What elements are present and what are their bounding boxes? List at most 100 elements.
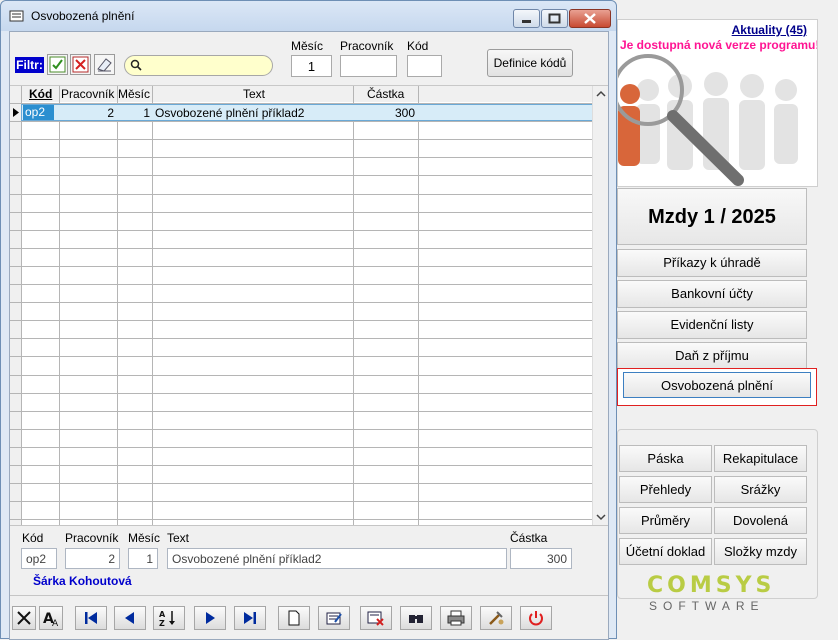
grid-row-separator	[10, 193, 592, 195]
grid-row-separator	[10, 428, 592, 430]
grid-column-separator	[418, 86, 419, 526]
grid-row-separator	[10, 302, 592, 304]
search-icon	[130, 59, 142, 71]
grid-row-separator	[10, 446, 592, 448]
cell-text[interactable]: Osvobozené plnění příklad2	[155, 106, 304, 120]
rekapitulace-button[interactable]: Rekapitulace	[714, 445, 807, 472]
slozky-mzdy-button[interactable]: Složky mzdy	[714, 538, 807, 565]
grid-column-separator	[59, 86, 60, 526]
new-record-button[interactable]	[278, 606, 310, 630]
last-record-button[interactable]	[234, 606, 266, 630]
paska-button[interactable]: Páska	[619, 445, 712, 472]
filter-label: Filtr:	[15, 57, 44, 73]
column-header-mesic[interactable]: Měsíc	[118, 87, 150, 101]
minimize-icon	[522, 20, 531, 23]
window-app-icon	[9, 10, 24, 22]
srazky-button[interactable]: Srážky	[714, 476, 807, 503]
row-indicator-column	[10, 86, 21, 526]
grid-row-separator	[10, 157, 592, 159]
grid-row-separator	[10, 374, 592, 376]
filter-clear-button[interactable]	[70, 54, 91, 75]
payment-orders-button[interactable]: Příkazy k úhradě	[617, 249, 807, 277]
grid-row-separator	[10, 356, 592, 358]
record-sheets-button[interactable]: Evidenční listy	[617, 311, 807, 339]
news-link[interactable]: Aktuality (45)	[732, 23, 807, 37]
income-tax-button[interactable]: Daň z příjmu	[617, 342, 807, 370]
grid-row-separator	[10, 265, 592, 267]
exit-button[interactable]	[520, 606, 552, 630]
grid-vertical-scrollbar[interactable]	[592, 86, 608, 526]
grid-column-separator	[21, 86, 22, 526]
minimize-button[interactable]	[513, 9, 540, 28]
detail-month-field[interactable]: 1	[128, 548, 158, 569]
search-input[interactable]	[124, 55, 273, 76]
first-record-button[interactable]	[75, 606, 107, 630]
column-header-castka[interactable]: Částka	[367, 87, 404, 101]
column-header-pracovnik[interactable]: Pracovník	[61, 87, 114, 101]
print-button[interactable]	[440, 606, 472, 630]
bottom-toolbar: AA AZ	[10, 595, 608, 639]
filter-erase-button[interactable]	[94, 54, 115, 75]
binoculars-icon	[409, 615, 423, 623]
main-window: Osvobozená plnění Filtr: Měsíc 1 Pracovn…	[0, 0, 617, 640]
grid-row-separator	[10, 247, 592, 249]
current-row-arrow-icon	[13, 108, 19, 117]
month-filter-input[interactable]: 1	[291, 55, 332, 77]
detail-worker-label: Pracovník	[65, 531, 119, 545]
next-record-button[interactable]	[194, 606, 226, 630]
ucetni-doklad-button[interactable]: Účetní doklad	[619, 538, 712, 565]
bank-accounts-button[interactable]: Bankovní účty	[617, 280, 807, 308]
edit-icon	[326, 612, 342, 625]
cell-castka[interactable]: 300	[355, 106, 415, 120]
cancel-button[interactable]	[12, 606, 36, 630]
find-button[interactable]	[400, 606, 432, 630]
maximize-button[interactable]	[541, 9, 568, 28]
detail-kod-field[interactable]: op2	[21, 548, 57, 569]
title-bar[interactable]: Osvobozená plnění	[1, 1, 616, 31]
scroll-up-arrow-icon[interactable]	[596, 90, 606, 97]
cell-pracovnik[interactable]: 2	[60, 106, 114, 120]
grid-row-separator	[10, 465, 592, 466]
prehledy-button[interactable]: Přehledy	[619, 476, 712, 503]
tools-button[interactable]	[480, 606, 512, 630]
grid-row-separator	[10, 410, 592, 412]
cell-mesic[interactable]: 1	[118, 106, 150, 120]
power-icon	[529, 611, 543, 626]
delete-record-button[interactable]	[360, 606, 392, 630]
period-display[interactable]: Mzdy 1 / 2025	[617, 188, 807, 245]
font-button[interactable]: AA	[39, 606, 63, 630]
cell-kod[interactable]: op2	[23, 105, 54, 120]
detail-text-field[interactable]: Osvobozené plnění příklad2	[167, 548, 507, 569]
detail-worker-field[interactable]: 2	[65, 548, 120, 569]
edit-record-button[interactable]	[318, 606, 350, 630]
column-header-kod[interactable]: Kód	[29, 87, 52, 101]
people-magnifier-illustration	[618, 54, 798, 186]
news-panel[interactable]: Aktuality (45) Je dostupná nová verze pr…	[617, 19, 818, 187]
column-header-text[interactable]: Text	[243, 87, 265, 101]
delete-icon	[367, 611, 384, 626]
scroll-down-arrow-icon[interactable]	[596, 514, 606, 521]
detail-panel: Kód op2 Pracovník 2 Měsíc 1 Text Osvoboz…	[10, 525, 608, 595]
code-definitions-button[interactable]: Definice kódů	[487, 49, 573, 77]
grid-column-separator	[152, 86, 153, 526]
exempt-benefits-label: Osvobozená plnění	[623, 372, 811, 398]
grid-row-separator	[10, 501, 592, 503]
previous-record-button[interactable]	[114, 606, 146, 630]
grid-row-separator	[10, 338, 592, 340]
dovolena-button[interactable]: Dovolená	[714, 507, 807, 534]
exempt-benefits-button[interactable]: Osvobozená plnění	[617, 368, 817, 406]
next-icon	[206, 612, 215, 624]
sort-button[interactable]: AZ	[153, 606, 185, 630]
font-icon: AA	[43, 611, 59, 629]
data-grid[interactable]: Kód Pracovník Měsíc Text Částka op2 2 1 …	[10, 85, 608, 526]
worker-filter-input[interactable]	[340, 55, 397, 77]
news-message[interactable]: Je dostupná nová verze programu!	[620, 38, 817, 52]
prumery-button[interactable]: Průměry	[619, 507, 712, 534]
filter-apply-button[interactable]	[47, 54, 68, 75]
detail-amount-field[interactable]: 300	[510, 548, 572, 569]
close-button[interactable]	[569, 9, 611, 28]
grid-header: Kód Pracovník Měsíc Text Částka	[10, 86, 600, 102]
grid-row-separator	[10, 175, 592, 177]
code-filter-input[interactable]	[407, 55, 442, 77]
grid-row-separator	[10, 229, 592, 231]
